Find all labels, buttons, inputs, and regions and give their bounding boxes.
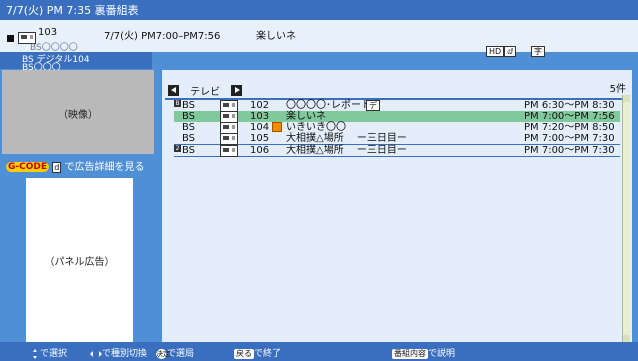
hint-switch: で種別切換 (90, 346, 147, 359)
current-time: 7/7(火) PM7:00–PM7:56 (104, 31, 221, 42)
row-channel: 104 (250, 122, 270, 133)
hint-back: 戻る で終了 (234, 349, 282, 359)
gcode-logo: G-CODE (6, 162, 49, 172)
current-program: 楽しいネ (256, 31, 296, 42)
row-network: BS (182, 100, 196, 111)
table-row[interactable]: BS 104 いきいき〇〇 PM 7:20〜PM 8:50 (174, 122, 620, 134)
updown-arrow-icon (30, 348, 40, 359)
video-preview: （映像） (2, 70, 154, 154)
hint-select: で選択 (30, 346, 67, 359)
row-channel: 103 (250, 111, 270, 122)
table-row[interactable]: 2 BS 106 大相撲△場所 ー三日目ー PM 7:00〜PM 7:30 (174, 145, 620, 157)
video-label: （映像） (58, 110, 98, 121)
table-row[interactable]: BS 105 大相撲△場所 ー三日目ー PM 7:00〜PM 7:30 (174, 133, 620, 145)
row-network: BS (182, 122, 196, 133)
row-network: BS (182, 145, 196, 156)
scroll-up-icon[interactable] (623, 95, 630, 102)
back-key-icon: 戻る (234, 349, 254, 359)
row-time: PM 7:20〜PM 8:50 (524, 122, 615, 133)
row-title: 楽しいネ (286, 111, 326, 122)
enter-key-icon: 決定 (156, 349, 170, 359)
scroll-down-icon[interactable] (623, 335, 630, 342)
current-channel-strip: 103 BS〇〇〇〇 7/7(火) PM7:00–PM7:56 楽しいネ HD ⅆ… (0, 20, 638, 57)
gcode-hint: G-CODE d で広告詳細を見る (6, 158, 144, 173)
program-table: B BS 102 〇〇〇〇･レポート 映デ PM 6:30〜PM 8:30 BS… (174, 100, 620, 157)
page-title: 7/7(火) PM 7:35 裏番組表 (6, 4, 139, 17)
gcode-text: で広告詳細を見る (64, 162, 145, 173)
row-time: PM 7:00〜PM 7:56 (524, 111, 615, 122)
table-row-selected[interactable]: BS 103 楽しいネ PM 7:00〜PM 7:56 (174, 111, 620, 123)
next-category-button[interactable] (231, 85, 243, 96)
d-button-icon: d (52, 161, 62, 173)
row-network: BS (182, 111, 196, 122)
category-label: テレビ (190, 87, 221, 98)
subtitle-badge: 字 (531, 39, 545, 58)
row-title: 〇〇〇〇･レポート (286, 100, 371, 111)
row-time: PM 7:00〜PM 7:30 (524, 133, 615, 144)
current-channel-number: 103 (38, 27, 58, 38)
row-network: BS (182, 133, 196, 144)
row-title: いきいき〇〇 (286, 122, 346, 133)
panel-ad-label: （パネル広告） (44, 257, 115, 268)
footer-hints: で選択 で種別切換 決定で選局 戻る で終了 番組内容 で説明 (0, 342, 638, 361)
row-channel: 106 (250, 145, 270, 156)
info-key-icon: 番組内容 (392, 349, 428, 359)
quality-icon: ⅆ (504, 46, 516, 57)
row-channel: 102 (250, 100, 270, 111)
channel-marker-icon (7, 28, 14, 47)
prev-category-button[interactable] (168, 85, 179, 96)
hd-badge: HD ⅆ (486, 39, 516, 58)
panel-ad[interactable]: （パネル広告） (26, 178, 133, 342)
hint-info: 番組内容 で説明 (392, 349, 456, 359)
title-bar: 7/7(火) PM 7:35 裏番組表 (0, 0, 638, 20)
row-time: PM 6:30〜PM 8:30 (524, 100, 615, 111)
channel-sub-bar: BS デジタル104 BS〇〇〇 (0, 52, 152, 73)
row-time: PM 7:00〜PM 7:30 (524, 145, 615, 156)
hint-enter: 決定で選局 (156, 349, 195, 359)
row-title: 大相撲△場所 ー三日目ー (286, 133, 407, 144)
leftright-arrow-icon (90, 349, 102, 359)
scrollbar[interactable] (622, 95, 630, 342)
table-row[interactable]: B BS 102 〇〇〇〇･レポート 映デ PM 6:30〜PM 8:30 (174, 100, 620, 112)
row-channel: 105 (250, 133, 270, 144)
row-title: 大相撲△場所 ー三日目ー (286, 145, 407, 156)
result-count: 5件 (609, 84, 626, 95)
category-nav: テレビ (168, 80, 243, 98)
